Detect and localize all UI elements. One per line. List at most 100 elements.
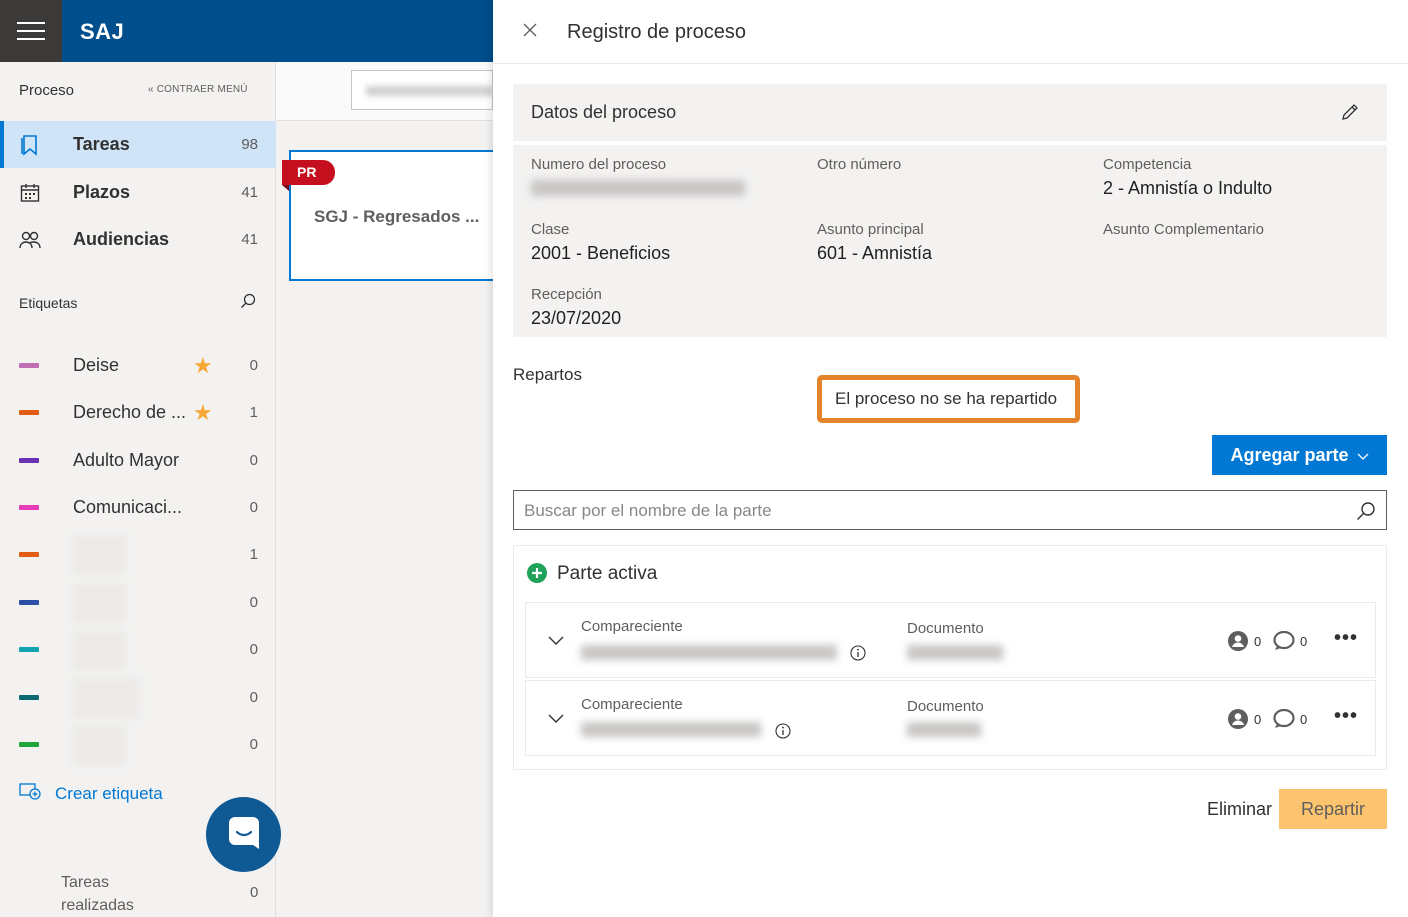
numero-label: Numero del proceso xyxy=(531,156,667,173)
add-circle-icon[interactable] xyxy=(527,563,547,588)
tag-item[interactable]: 0 xyxy=(0,626,276,673)
comment-count: 0 xyxy=(1300,712,1308,727)
tag-label: Comunicaci... xyxy=(73,497,183,517)
sidebar-section-title: Proceso xyxy=(19,82,75,99)
create-tag-link[interactable]: Crear etiqueta xyxy=(19,782,163,805)
task-card-title: SGJ - Regresados ... xyxy=(314,207,480,226)
collapse-menu-label: CONTRAER MENÚ xyxy=(156,84,248,95)
sidebar-item-plazos[interactable]: Plazos 41 xyxy=(0,169,276,216)
tag-item[interactable]: Comunicaci... 0 xyxy=(0,484,276,531)
tag-color-swatch xyxy=(19,505,39,510)
sidebar-item-tareas[interactable]: Tareas 98 xyxy=(0,121,276,168)
tag-item[interactable]: Adulto Mayor 0 xyxy=(0,437,276,484)
chat-launcher-button[interactable] xyxy=(206,797,281,872)
parte-search-input[interactable] xyxy=(524,499,1344,523)
documento-label: Documento xyxy=(907,698,984,715)
compareciente-name-blurred xyxy=(581,645,837,660)
main-search-input[interactable] xyxy=(351,70,494,110)
tag-label: Adulto Mayor xyxy=(73,450,180,470)
repartos-label: Repartos xyxy=(513,365,582,384)
compareciente-label: Compareciente xyxy=(581,618,683,635)
sidebar-item-count: 41 xyxy=(241,231,258,248)
add-parte-label: Agregar parte xyxy=(1230,444,1349,465)
recepcion-value: 23/07/2020 xyxy=(531,308,622,328)
calendar-icon xyxy=(19,182,41,204)
close-icon[interactable] xyxy=(522,22,538,43)
competencia-label: Competencia xyxy=(1103,156,1192,173)
compareciente-name-blurred xyxy=(581,722,761,737)
divider xyxy=(493,63,1408,64)
blurred-tag-label xyxy=(73,629,125,670)
blurred-tag-label xyxy=(73,582,125,623)
search-icon[interactable] xyxy=(240,293,256,314)
tag-count: 0 xyxy=(249,689,258,706)
collapse-menu-button[interactable]: « CONTRAER MENÚ xyxy=(148,84,248,95)
blurred-tag-label xyxy=(73,534,125,575)
panel-title: Registro de proceso xyxy=(567,21,746,43)
tag-item[interactable]: 1 xyxy=(0,531,276,578)
sidebar: Proceso « CONTRAER MENÚ Tareas 98 Plazos… xyxy=(0,62,276,917)
tag-item[interactable]: 0 xyxy=(0,674,276,721)
otro-numero-label: Otro número xyxy=(817,156,902,173)
tareas-realizadas-label[interactable]: Tareas realizadas xyxy=(61,871,141,917)
info-icon[interactable] xyxy=(850,645,866,666)
star-icon[interactable]: ★ xyxy=(193,400,213,426)
tag-item[interactable]: Derecho de ... ★ 1 xyxy=(0,389,276,436)
add-tag-icon xyxy=(19,782,41,805)
tag-item[interactable]: 0 xyxy=(0,721,276,768)
tag-count: 0 xyxy=(249,641,258,658)
asunto-complementario-label: Asunto Complementario xyxy=(1103,221,1264,238)
sidebar-item-label: Tareas xyxy=(73,134,130,154)
add-parte-button[interactable]: Agregar parte xyxy=(1212,435,1387,475)
tag-color-swatch xyxy=(19,647,39,652)
parte-row[interactable]: Compareciente Documento 0 0 ••• xyxy=(525,680,1376,756)
edit-icon[interactable] xyxy=(1340,102,1360,127)
sidebar-item-count: 98 xyxy=(241,136,258,153)
parte-activa-title: Parte activa xyxy=(557,563,658,584)
tag-color-swatch xyxy=(19,552,39,557)
sidebar-item-label: Audiencias xyxy=(73,229,170,249)
chat-icon xyxy=(227,815,261,854)
tag-label: Deise xyxy=(73,355,120,375)
parte-row[interactable]: Compareciente Documento 0 0 ••• xyxy=(525,602,1376,678)
more-options-icon[interactable]: ••• xyxy=(1334,705,1358,728)
search-icon[interactable] xyxy=(1356,501,1376,526)
sidebar-item-label: Plazos xyxy=(73,182,131,202)
star-icon[interactable]: ★ xyxy=(193,353,213,379)
hamburger-menu-icon[interactable] xyxy=(0,0,62,62)
tag-color-swatch xyxy=(19,742,39,747)
person-icon[interactable] xyxy=(1228,709,1248,734)
people-icon xyxy=(19,229,41,251)
competencia-value: 2 - Amnistía o Indulto xyxy=(1103,178,1273,198)
tag-count: 0 xyxy=(249,736,258,753)
comment-icon[interactable] xyxy=(1273,630,1295,656)
tag-count: 0 xyxy=(249,499,258,516)
tag-color-swatch xyxy=(19,600,39,605)
documento-label: Documento xyxy=(907,620,984,637)
tag-color-swatch xyxy=(19,458,39,463)
tag-item[interactable]: 0 xyxy=(0,579,276,626)
chevron-down-icon[interactable] xyxy=(548,711,564,729)
tareas-realizadas-count: 0 xyxy=(250,884,259,901)
clase-value: 2001 - Beneficios xyxy=(531,243,671,263)
sidebar-item-audiencias[interactable]: Audiencias 41 xyxy=(0,216,276,263)
clase-label: Clase xyxy=(531,221,570,238)
chevron-down-icon[interactable] xyxy=(548,633,564,651)
repartir-button[interactable]: Repartir xyxy=(1279,789,1387,829)
info-icon[interactable] xyxy=(775,723,791,744)
numero-value-blurred xyxy=(531,180,745,196)
tags-title: Etiquetas xyxy=(19,295,78,311)
eliminar-button[interactable]: Eliminar xyxy=(1207,799,1272,820)
comment-icon[interactable] xyxy=(1273,708,1295,734)
person-icon[interactable] xyxy=(1228,631,1248,656)
tag-item[interactable]: Deise ★ 0 xyxy=(0,342,276,389)
tag-count: 1 xyxy=(249,404,258,421)
tag-color-swatch xyxy=(19,695,39,700)
parte-search-field[interactable] xyxy=(513,490,1387,530)
bookmark-icon xyxy=(19,134,41,156)
chevron-down-icon xyxy=(1357,445,1369,466)
tag-label: Derecho de ... xyxy=(73,402,187,422)
sidebar-item-count: 41 xyxy=(241,184,258,201)
more-options-icon[interactable]: ••• xyxy=(1334,627,1358,650)
recepcion-label: Recepción xyxy=(531,286,602,303)
